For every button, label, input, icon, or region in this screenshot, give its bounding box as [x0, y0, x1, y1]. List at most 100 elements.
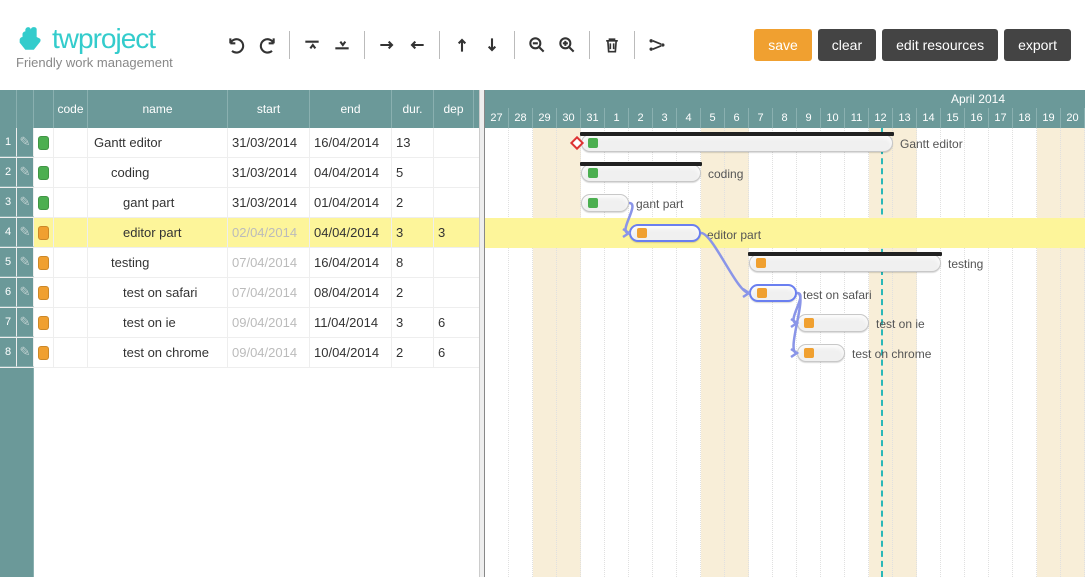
edit-icon[interactable]: ✎ — [17, 188, 34, 217]
gantt-bar[interactable]: test on chrome — [797, 344, 845, 362]
table-row[interactable]: 2 ✎ coding 31/03/2014 04/04/2014 5 — [0, 158, 479, 188]
indent-icon[interactable] — [373, 31, 401, 59]
edit-icon[interactable]: ✎ — [17, 308, 34, 337]
edit-icon[interactable]: ✎ — [17, 218, 34, 247]
undo-icon[interactable] — [223, 31, 251, 59]
status-cell[interactable] — [34, 278, 54, 307]
end-cell[interactable]: 10/04/2014 — [310, 338, 392, 367]
status-cell[interactable] — [34, 188, 54, 217]
start-cell[interactable]: 07/04/2014 — [228, 278, 310, 307]
dur-cell[interactable]: 2 — [392, 278, 434, 307]
dep-cell[interactable] — [434, 128, 474, 157]
dep-cell[interactable] — [434, 158, 474, 187]
status-cell[interactable] — [34, 158, 54, 187]
dur-cell[interactable]: 3 — [392, 308, 434, 337]
name-cell[interactable]: test on chrome — [88, 338, 228, 367]
name-cell[interactable]: gant part — [88, 188, 228, 217]
move-down-icon[interactable] — [478, 31, 506, 59]
edit-icon[interactable]: ✎ — [17, 338, 34, 367]
edit-icon[interactable]: ✎ — [17, 278, 34, 307]
gantt-bar[interactable]: test on safari — [749, 284, 797, 302]
dur-cell[interactable]: 8 — [392, 248, 434, 277]
delete-icon[interactable] — [598, 31, 626, 59]
code-cell[interactable] — [54, 158, 88, 187]
table-row[interactable]: 3 ✎ gant part 31/03/2014 01/04/2014 2 — [0, 188, 479, 218]
start-cell[interactable]: 07/04/2014 — [228, 248, 310, 277]
clear-button[interactable]: clear — [818, 29, 876, 61]
day-cell: 15 — [941, 108, 965, 128]
gantt-bar[interactable]: coding — [581, 164, 701, 182]
dep-cell[interactable] — [434, 248, 474, 277]
name-cell[interactable]: test on safari — [88, 278, 228, 307]
code-cell[interactable] — [54, 278, 88, 307]
end-cell[interactable]: 04/04/2014 — [310, 218, 392, 247]
table-row[interactable]: 6 ✎ test on safari 07/04/2014 08/04/2014… — [0, 278, 479, 308]
edit-icon[interactable]: ✎ — [17, 128, 34, 157]
zoom-in-icon[interactable] — [553, 31, 581, 59]
start-cell[interactable]: 02/04/2014 — [228, 218, 310, 247]
dur-cell[interactable]: 5 — [392, 158, 434, 187]
code-cell[interactable] — [54, 188, 88, 217]
table-row[interactable]: 5 ✎ testing 07/04/2014 16/04/2014 8 — [0, 248, 479, 278]
gantt-body[interactable]: Gantt editor coding gant parteditor part te… — [485, 128, 1085, 577]
name-cell[interactable]: Gantt editor — [88, 128, 228, 157]
code-cell[interactable] — [54, 128, 88, 157]
start-cell[interactable]: 31/03/2014 — [228, 158, 310, 187]
table-row[interactable]: 8 ✎ test on chrome 09/04/2014 10/04/2014… — [0, 338, 479, 368]
start-cell[interactable]: 09/04/2014 — [228, 308, 310, 337]
dep-cell[interactable]: 3 — [434, 218, 474, 247]
end-cell[interactable]: 11/04/2014 — [310, 308, 392, 337]
gantt-bar[interactable]: editor part — [629, 224, 701, 242]
name-cell[interactable]: coding — [88, 158, 228, 187]
zoom-out-icon[interactable] — [523, 31, 551, 59]
insert-below-icon[interactable] — [328, 31, 356, 59]
edit-resources-button[interactable]: edit resources — [882, 29, 998, 61]
status-cell[interactable] — [34, 308, 54, 337]
end-cell[interactable]: 08/04/2014 — [310, 278, 392, 307]
name-cell[interactable]: editor part — [88, 218, 228, 247]
end-cell[interactable]: 16/04/2014 — [310, 248, 392, 277]
redo-icon[interactable] — [253, 31, 281, 59]
name-cell[interactable]: testing — [88, 248, 228, 277]
end-cell[interactable]: 04/04/2014 — [310, 158, 392, 187]
code-cell[interactable] — [54, 248, 88, 277]
edit-icon[interactable]: ✎ — [17, 158, 34, 187]
dur-cell[interactable]: 2 — [392, 188, 434, 217]
dur-cell[interactable]: 3 — [392, 218, 434, 247]
status-cell[interactable] — [34, 218, 54, 247]
code-cell[interactable] — [54, 338, 88, 367]
edit-icon[interactable]: ✎ — [17, 248, 34, 277]
row-num: 6 — [0, 278, 17, 307]
end-cell[interactable]: 16/04/2014 — [310, 128, 392, 157]
gantt-bar[interactable]: gant part — [581, 194, 629, 212]
gantt-bar[interactable]: test on ie — [797, 314, 869, 332]
code-cell[interactable] — [54, 308, 88, 337]
insert-above-icon[interactable] — [298, 31, 326, 59]
start-cell[interactable]: 31/03/2014 — [228, 188, 310, 217]
table-row[interactable]: 7 ✎ test on ie 09/04/2014 11/04/2014 3 6 — [0, 308, 479, 338]
status-cell[interactable] — [34, 338, 54, 367]
dep-cell[interactable] — [434, 188, 474, 217]
start-cell[interactable]: 09/04/2014 — [228, 338, 310, 367]
dep-cell[interactable]: 6 — [434, 308, 474, 337]
name-cell[interactable]: test on ie — [88, 308, 228, 337]
export-button[interactable]: export — [1004, 29, 1071, 61]
critical-path-icon[interactable] — [643, 31, 671, 59]
outdent-icon[interactable] — [403, 31, 431, 59]
dep-cell[interactable] — [434, 278, 474, 307]
table-row[interactable]: 1 ✎ Gantt editor 31/03/2014 16/04/2014 1… — [0, 128, 479, 158]
dur-cell[interactable]: 2 — [392, 338, 434, 367]
end-cell[interactable]: 01/04/2014 — [310, 188, 392, 217]
save-button[interactable]: save — [754, 29, 812, 61]
table-row[interactable]: 4 ✎ editor part 02/04/2014 04/04/2014 3 … — [0, 218, 479, 248]
gantt-bar[interactable]: testing — [749, 254, 941, 272]
gantt-bar[interactable]: Gantt editor — [581, 134, 893, 152]
dur-cell[interactable]: 13 — [392, 128, 434, 157]
day-cell: 5 — [701, 108, 725, 128]
code-cell[interactable] — [54, 218, 88, 247]
dep-cell[interactable]: 6 — [434, 338, 474, 367]
move-up-icon[interactable] — [448, 31, 476, 59]
start-cell[interactable]: 31/03/2014 — [228, 128, 310, 157]
status-cell[interactable] — [34, 248, 54, 277]
status-cell[interactable] — [34, 128, 54, 157]
